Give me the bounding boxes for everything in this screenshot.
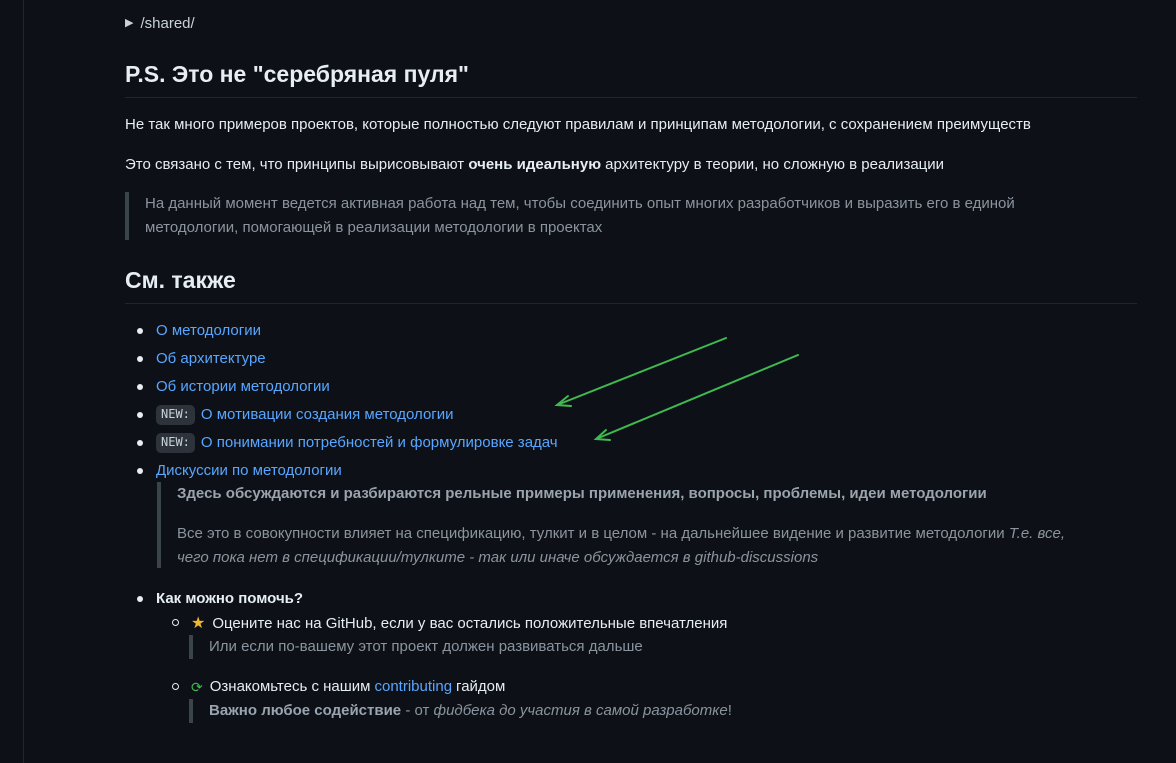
arrow-line xyxy=(595,354,799,440)
arrow-annotations xyxy=(554,337,799,441)
